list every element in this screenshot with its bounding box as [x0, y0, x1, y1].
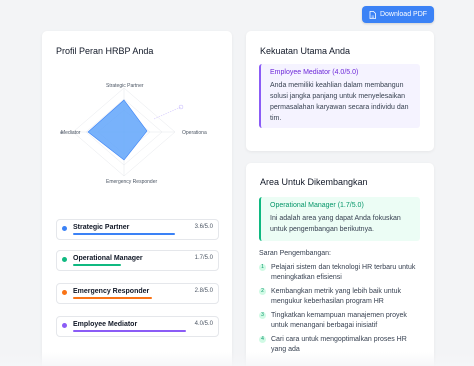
role-bar [73, 297, 152, 299]
radar-label-top: Strategic Partner [106, 83, 144, 89]
role-item-strategic-partner: Strategic Partner 3.6/5.0 [56, 219, 219, 240]
role-score: 2.8/5.0 [194, 288, 213, 294]
role-item-operational-manager: Operational Manager 1.7/5.0 [56, 250, 219, 271]
role-score: 1.7/5.0 [194, 255, 213, 261]
role-bar [73, 330, 186, 332]
development-card: Area Untuk Dikembangkan Operational Mana… [246, 163, 434, 366]
suggestion-number: 4 [259, 336, 266, 343]
bottom-fade [0, 352, 474, 366]
radar-label-right: Operationa [182, 130, 207, 136]
strength-title: Kekuatan Utama Anda [260, 46, 351, 56]
strength-card: Kekuatan Utama Anda Employee Mediator (4… [246, 31, 434, 151]
role-bar [73, 264, 121, 266]
role-name: Employee Mediator [73, 321, 138, 328]
strength-highlight: Employee Mediator (4.0/5.0) Anda memilik… [259, 64, 420, 128]
development-title: Area Untuk Dikembangkan [260, 177, 368, 187]
role-name: Emergency Responder [73, 288, 150, 295]
radar-label-left: Mediator [61, 130, 81, 136]
suggestion-number: 2 [259, 288, 266, 295]
radar-label-bottom: Emergency Responder [106, 179, 157, 185]
download-pdf-label: Download PDF [379, 11, 428, 18]
radar-area [87, 99, 148, 161]
role-bar [73, 233, 175, 235]
role-name: Strategic Partner [73, 224, 130, 231]
role-dot [62, 257, 67, 262]
suggestion-number: 3 [259, 312, 266, 319]
development-highlight-title: Operational Manager (1.7/5.0) [270, 202, 364, 209]
role-item-emergency-responder: Emergency Responder 2.8/5.0 [56, 283, 219, 304]
role-score: 3.6/5.0 [194, 224, 213, 230]
role-name: Operational Manager [73, 255, 143, 262]
suggestion-text: Kembangkan metrik yang lebih baik untuk … [271, 288, 401, 305]
radar-chart: Strategic Partner Operationa Emergency R… [60, 83, 207, 185]
role-dot [62, 323, 67, 328]
role-item-employee-mediator: Employee Mediator 4.0/5.0 [56, 316, 219, 337]
role-score: 4.0/5.0 [194, 321, 213, 327]
development-highlight-text: Ini adalah area yang dapat Anda fokuskan… [270, 215, 401, 233]
role-dot [62, 290, 67, 295]
strength-highlight-title: Employee Mediator (4.0/5.0) [270, 69, 359, 76]
suggestion-number: 1 [259, 264, 266, 271]
development-highlight: Operational Manager (1.7/5.0) Ini adalah… [259, 197, 420, 241]
menu-icon: ≡ [60, 131, 63, 137]
file-icon [369, 10, 376, 19]
suggestion-text: Tingkatkan kemampuan manajemen proyek un… [271, 312, 407, 329]
suggestion-text: Pelajari sistem dan teknologi HR terbaru… [271, 264, 416, 281]
suggestions-title: Saran Pengembangan: [259, 250, 331, 257]
download-pdf-button[interactable]: Download PDF [362, 6, 434, 23]
role-dot [62, 226, 67, 231]
strength-highlight-text: Anda memiliki keahlian dalam membangun s… [270, 82, 409, 122]
profile-card: Profil Peran HRBP Anda Strategic Partner… [42, 31, 232, 366]
